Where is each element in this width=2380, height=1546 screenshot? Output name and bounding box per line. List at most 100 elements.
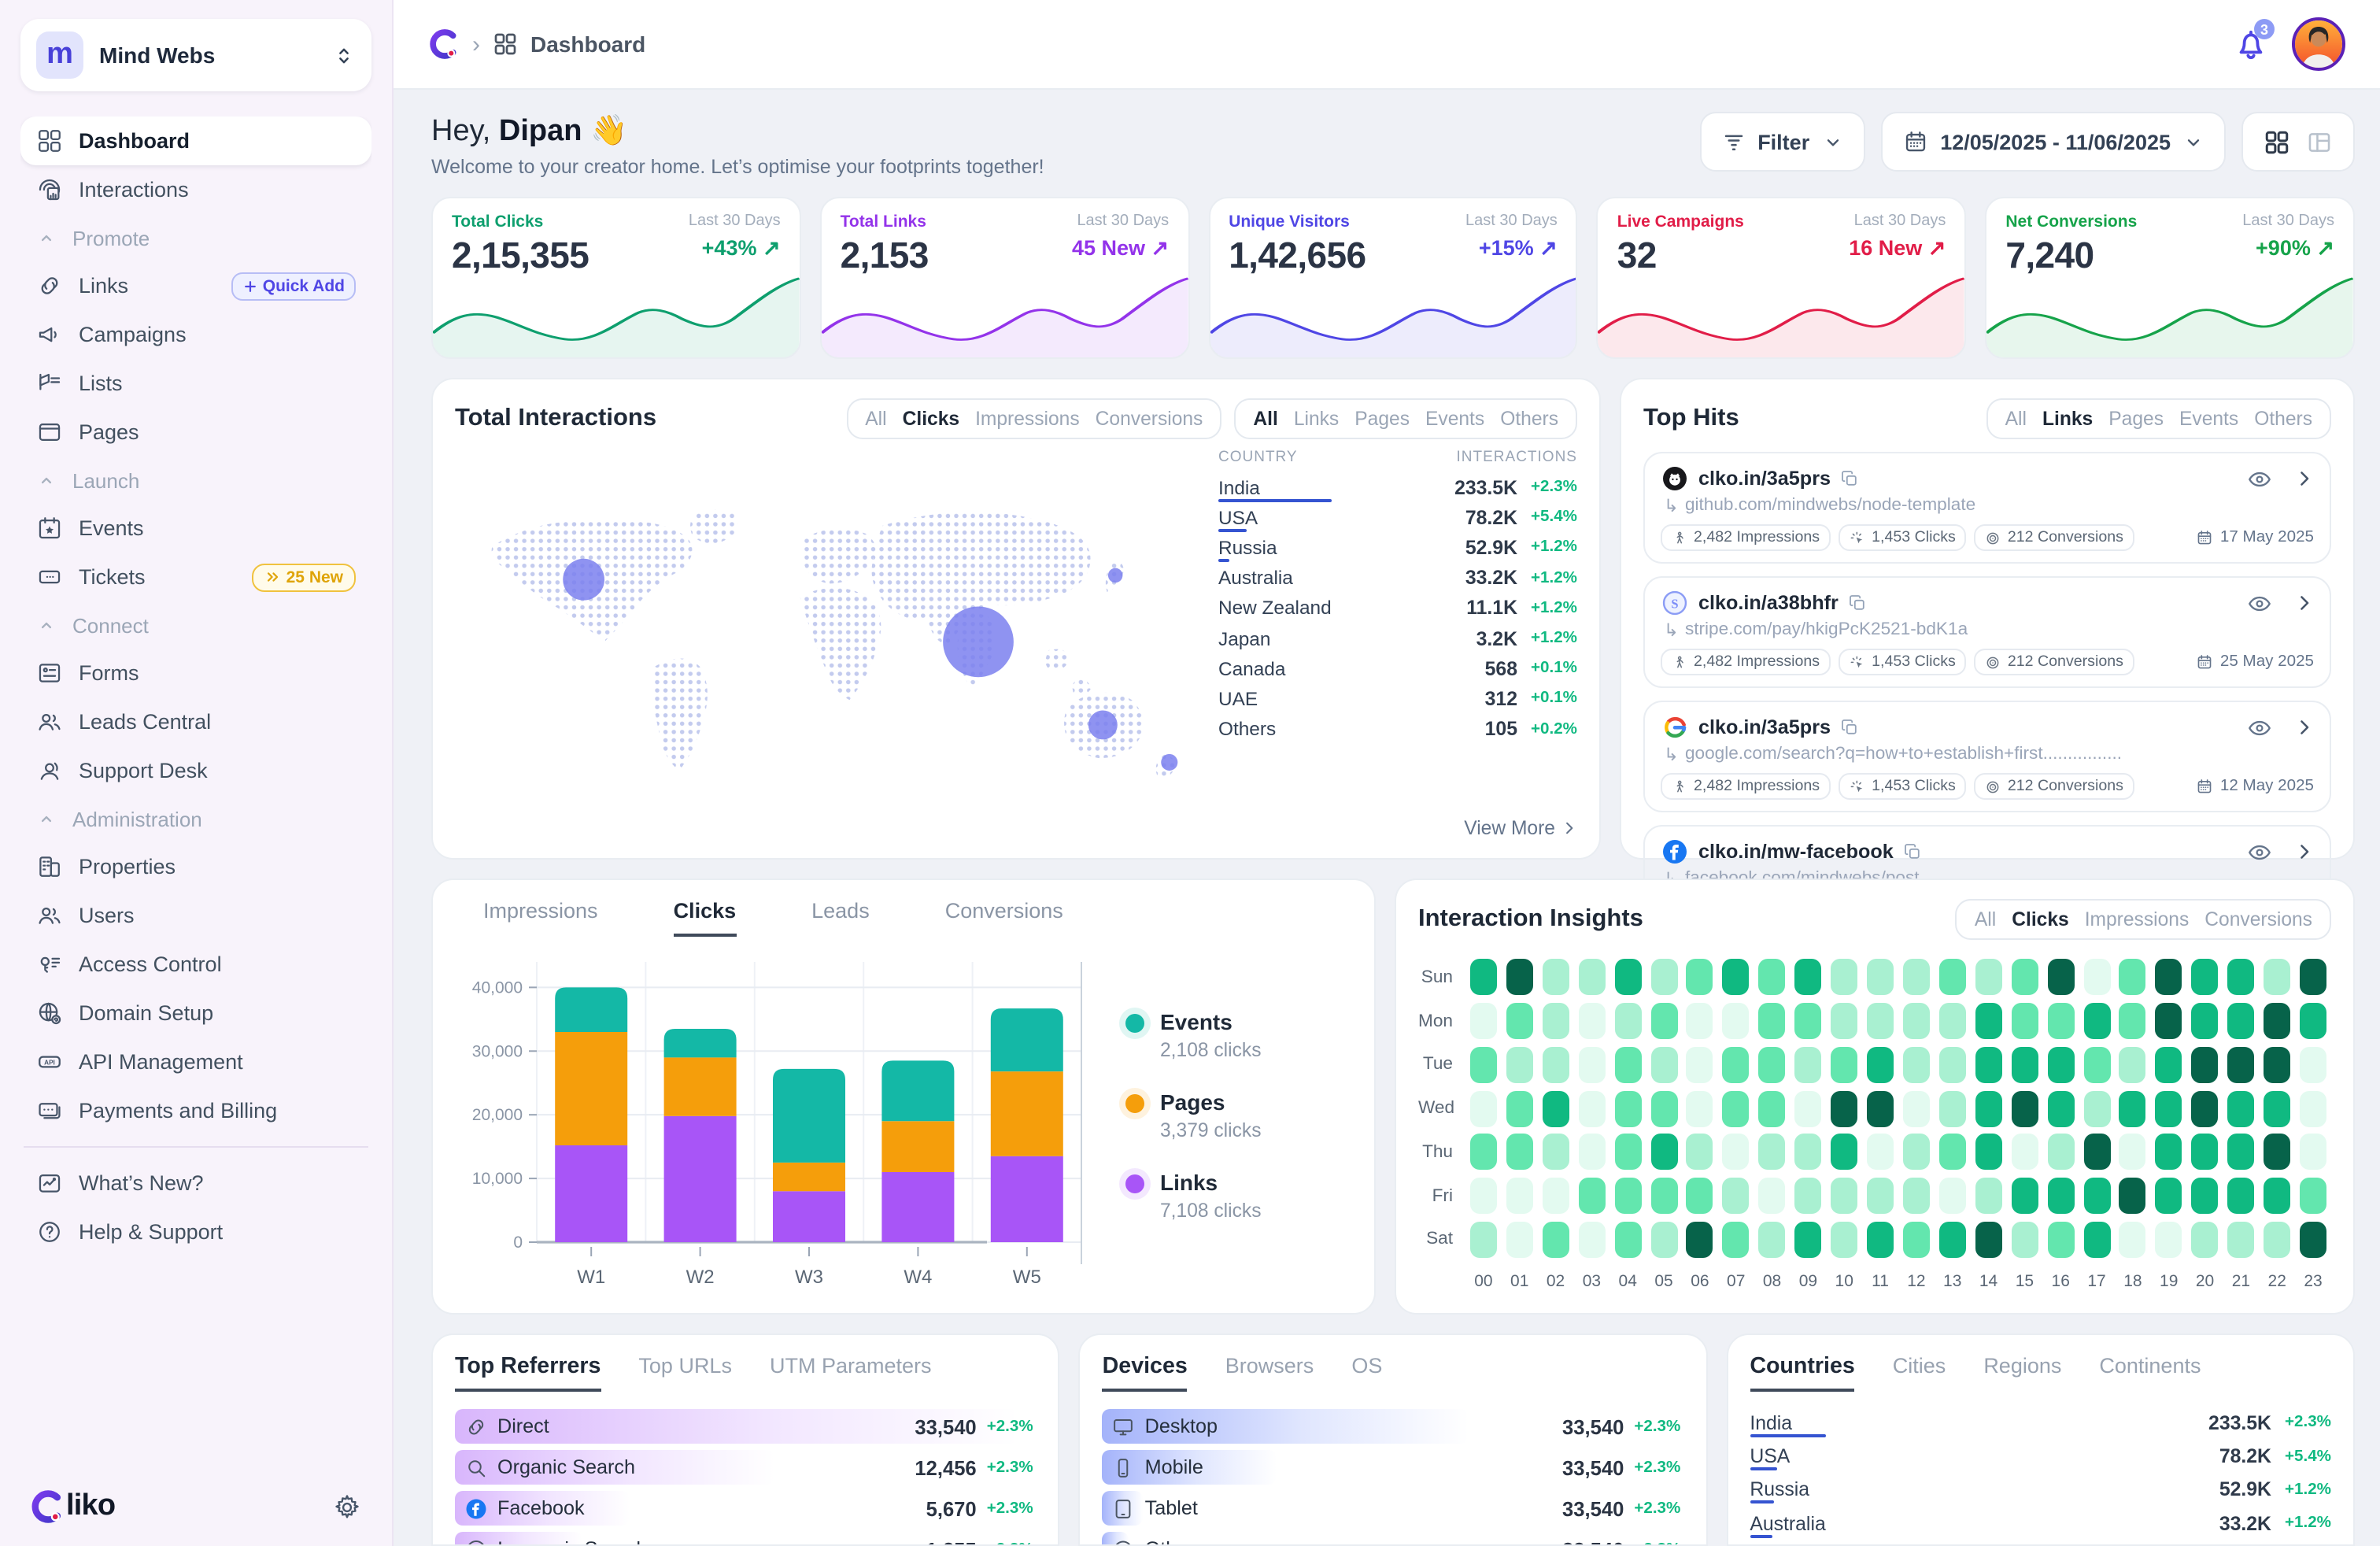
heatmap-cell[interactable] [2156,1134,2182,1171]
country-row-japan[interactable]: Japan3.2K+1.2% [1218,623,1577,653]
heatmap-cell[interactable] [1650,1047,1677,1083]
heatmap-cell[interactable] [1650,1090,1677,1126]
heatmap-cell[interactable] [1723,1222,1750,1258]
tab-clicks[interactable]: Clicks [2012,908,2068,930]
chevron-right-icon[interactable] [2295,718,2314,737]
column-view-icon[interactable] [2306,128,2333,155]
heatmap-cell[interactable] [1794,1003,1821,1039]
heatmap-cell[interactable] [1470,1178,1497,1214]
heatmap-cell[interactable] [1867,1047,1894,1083]
country-row-australia[interactable]: Australia33.2K+1.2% [1218,563,1577,593]
heatmap-cell[interactable] [1543,1222,1569,1258]
heatmap-cell[interactable] [2011,1090,2038,1126]
sidebar-item-payments-and-billing[interactable]: Payments and Billing [20,1086,371,1135]
tab-regions[interactable]: Regions [1983,1354,2061,1392]
heatmap-cell[interactable] [1723,1178,1750,1214]
heatmap-cell[interactable] [2047,1003,2074,1039]
heatmap-cell[interactable] [1470,1222,1497,1258]
heatmap-cell[interactable] [1867,1134,1894,1171]
heatmap-cell[interactable] [2011,960,2038,996]
heatmap-cell[interactable] [1470,960,1497,996]
tab-all[interactable]: All [2005,408,2027,430]
sidebar-section-administration[interactable]: Administration [20,795,371,842]
copy-icon[interactable] [1840,469,1859,488]
heatmap-cell[interactable] [1903,960,1930,996]
heatmap-cell[interactable] [1614,1178,1641,1214]
heatmap-cell[interactable] [1614,960,1641,996]
heatmap-cell[interactable] [1903,1003,1930,1039]
breakdown-row-others[interactable]: Others33,540+2.3% [1103,1530,1684,1546]
heatmap-cell[interactable] [1650,960,1677,996]
eye-icon[interactable] [2246,838,2273,865]
geo-row-new-zealand[interactable]: New Zealand11.1K+1.2% [1750,1542,2331,1546]
heatmap-cell[interactable] [1506,1090,1533,1126]
country-row-canada[interactable]: Canada568+0.1% [1218,653,1577,683]
top-hit-item[interactable]: clko.in/3a5prs↳github.com/mindwebs/node-… [1643,452,2331,564]
tab-impressions[interactable]: Impressions [975,408,1080,430]
heatmap-cell[interactable] [1759,1090,1786,1126]
chevron-right-icon[interactable] [2295,469,2314,488]
sidebar-section-connect[interactable]: Connect [20,601,371,649]
heatmap-cell[interactable] [1614,1222,1641,1258]
notifications-bell-icon[interactable]: 3 [2232,25,2270,63]
heatmap-cell[interactable] [1723,1047,1750,1083]
sidebar-item-api-management[interactable]: APIAPI Management [20,1037,371,1086]
heatmap-cell[interactable] [1831,1134,1857,1171]
tab-countries[interactable]: Countries [1750,1354,1854,1392]
heatmap-cell[interactable] [1831,1178,1857,1214]
country-row-india[interactable]: India233.5K+2.3% [1218,472,1577,502]
tab-pages[interactable]: Pages [1354,408,1410,430]
tab-cities[interactable]: Cities [1893,1354,1946,1392]
heatmap-cell[interactable] [2156,1047,2182,1083]
sidebar-item-support-desk[interactable]: Support Desk [20,746,371,795]
sidebar-section-promote[interactable]: Promote [20,214,371,261]
heatmap-cell[interactable] [2227,1090,2254,1126]
tab-devices[interactable]: Devices [1103,1354,1188,1392]
heatmap-cell[interactable] [1903,1047,1930,1083]
heatmap-cell[interactable] [1578,1178,1605,1214]
country-row-new-zealand[interactable]: New Zealand11.1K+1.2% [1218,594,1577,623]
heatmap-cell[interactable] [1650,1003,1677,1039]
sidebar-item-pages[interactable]: Pages [20,408,371,457]
heatmap-cell[interactable] [2156,1222,2182,1258]
heatmap-cell[interactable] [2119,1047,2146,1083]
heatmap-cell[interactable] [1543,960,1569,996]
heatmap-cell[interactable] [2227,1178,2254,1214]
tab-events[interactable]: Events [1425,408,1484,430]
heatmap-cell[interactable] [2083,1047,2110,1083]
sidebar-item-leads-central[interactable]: Leads Central [20,697,371,746]
heatmap-cell[interactable] [2156,1178,2182,1214]
stat-card-total-links[interactable]: Total LinksLast 30 Days2,15345 New ↗ [820,197,1190,359]
heatmap-cell[interactable] [1903,1090,1930,1126]
heatmap-cell[interactable] [1723,960,1750,996]
country-row-uae[interactable]: UAE312+0.1% [1218,684,1577,714]
country-row-usa[interactable]: USA78.2K+5.4% [1218,502,1577,532]
breakdown-row-organic-search[interactable]: Organic Search12,456+2.3% [455,1448,1037,1486]
heatmap-cell[interactable] [1939,1222,1966,1258]
stat-card-unique-visitors[interactable]: Unique VisitorsLast 30 Days1,42,656+15% … [1208,197,1578,359]
tab-all[interactable]: All [1253,408,1277,430]
heatmap-cell[interactable] [2083,1222,2110,1258]
heatmap-cell[interactable] [1975,960,2002,996]
heatmap-cell[interactable] [1794,1047,1821,1083]
heatmap-cell[interactable] [2192,1003,2219,1039]
heatmap-cell[interactable] [2047,1222,2074,1258]
geo-row-russia[interactable]: Russia52.9K+1.2% [1750,1475,2331,1506]
heatmap-cell[interactable] [2300,960,2326,996]
copy-icon[interactable] [1848,594,1867,612]
heatmap-cell[interactable] [1506,960,1533,996]
country-row-russia[interactable]: Russia52.9K+1.2% [1218,533,1577,563]
heatmap-cell[interactable] [2300,1003,2326,1039]
heatmap-cell[interactable] [2227,1222,2254,1258]
heatmap-cell[interactable] [2083,1134,2110,1171]
stat-card-net-conversions[interactable]: Net ConversionsLast 30 Days7,240+90% ↗ [1985,197,2355,359]
heatmap-cell[interactable] [1578,1047,1605,1083]
heatmap-cell[interactable] [2119,1090,2146,1126]
heatmap-cell[interactable] [1506,1222,1533,1258]
quick-add-badge[interactable]: Quick Add [231,272,356,300]
tab-others[interactable]: Others [2254,408,2312,430]
heatmap-cell[interactable] [2119,1222,2146,1258]
sidebar-item-campaigns[interactable]: Campaigns [20,310,371,359]
heatmap-cell[interactable] [2083,1003,2110,1039]
heatmap-cell[interactable] [1687,1090,1713,1126]
